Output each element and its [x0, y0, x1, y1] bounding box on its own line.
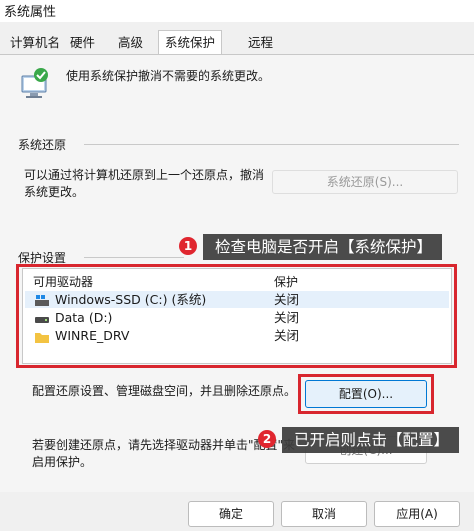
tab-hardware[interactable]: 硬件	[68, 32, 97, 54]
step-2-badge: 2	[258, 430, 276, 448]
apply-button[interactable]: 应用(A)	[374, 501, 460, 527]
dialog-footer: 确定 取消 应用(A)	[0, 492, 474, 531]
step-1-badge: 1	[179, 237, 197, 255]
tab-system-protection[interactable]: 系统保护	[158, 30, 223, 56]
tab-strip: 计算机名 硬件 高级 远程 系统保护	[0, 30, 474, 56]
step-2-callout: 已开启则点击【配置】	[282, 427, 460, 453]
configure-highlight-frame	[298, 374, 434, 414]
divider	[84, 144, 459, 145]
divider	[84, 257, 184, 258]
restore-description-1: 可以通过将计算机还原到上一个还原点，撤消	[24, 168, 265, 182]
system-protection-icon	[20, 66, 52, 100]
title-bar: 系统属性	[0, 0, 474, 22]
drives-highlight-frame	[16, 264, 457, 368]
tab-computer-name[interactable]: 计算机名	[8, 32, 62, 54]
tab-advanced[interactable]: 高级	[116, 32, 145, 54]
configure-description: 配置还原设置、管理磁盘空间，并且删除还原点。	[32, 384, 297, 398]
step-1-callout: 检查电脑是否开启【系统保护】	[203, 234, 443, 260]
tab-remote[interactable]: 远程	[246, 32, 275, 54]
cancel-button[interactable]: 取消	[281, 501, 367, 527]
create-description-2: 启用保护。	[32, 455, 93, 469]
create-description-1: 若要创建还原点，请先选择驱动器并单击"配置"来	[32, 438, 296, 452]
ok-button[interactable]: 确定	[188, 501, 274, 527]
section-heading-restore: 系统还原	[18, 138, 67, 152]
window-title: 系统属性	[4, 5, 57, 20]
system-restore-button[interactable]: 系统还原(S)...	[272, 170, 458, 194]
restore-description-2: 系统更改。	[24, 185, 85, 199]
intro-text: 使用系统保护撤消不需要的系统更改。	[66, 69, 271, 83]
